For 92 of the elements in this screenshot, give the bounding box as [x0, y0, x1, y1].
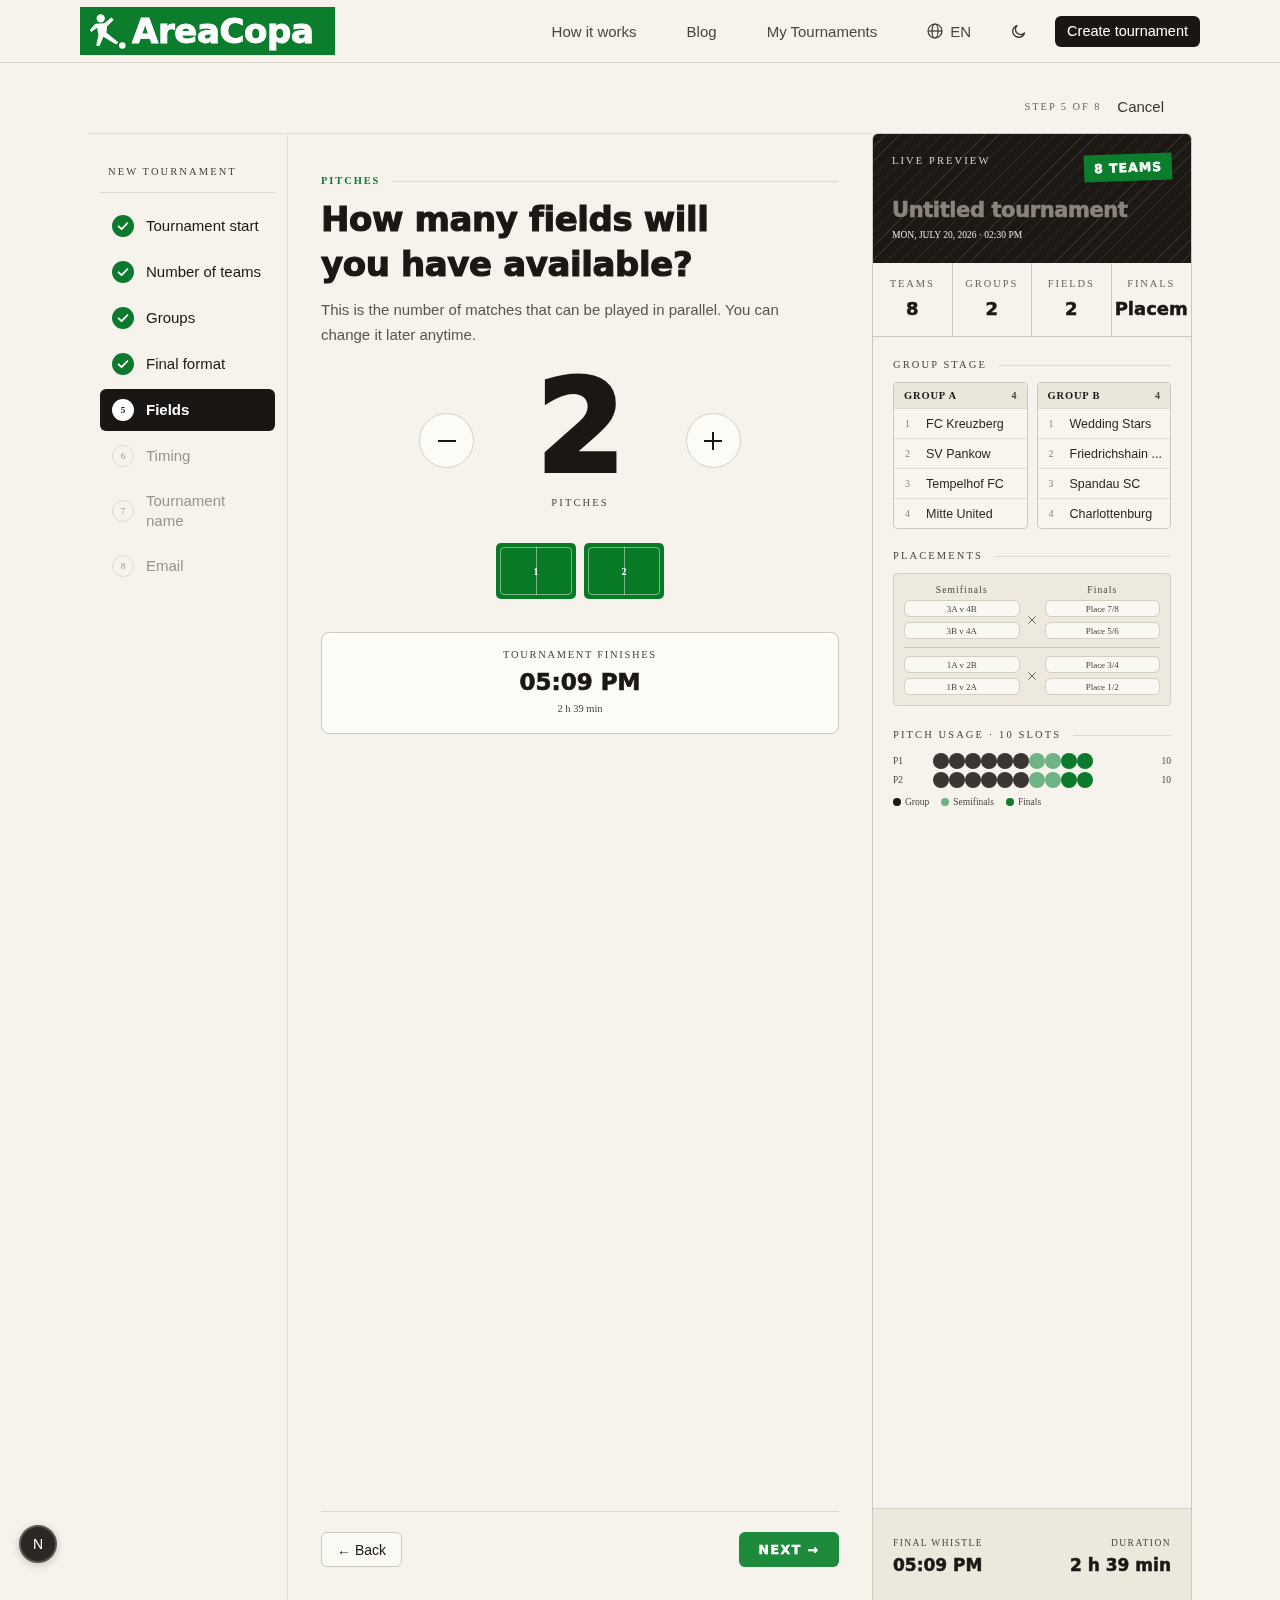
nav-link[interactable]: How it works [551, 22, 637, 40]
team-rank: 4 [1048, 508, 1055, 519]
team-name: Tempelhof FC [926, 476, 1004, 491]
team-rank: 3 [905, 478, 911, 489]
step-indicator: STEP 5 OF 8 [1024, 100, 1102, 112]
slot-count: 10 [1161, 774, 1171, 785]
team-name: FC Kreuzberg [926, 416, 1004, 431]
finish-label: TOURNAMENT FINISHES [502, 648, 658, 662]
team-name: Charlottenburg [1069, 506, 1153, 521]
preview-label: LIVE PREVIEW [892, 154, 991, 168]
globe-icon [927, 23, 944, 39]
final-whistle-time: 05:09 PM [893, 1554, 984, 1576]
final-whistle-label: FINAL WHISTLE [893, 1537, 984, 1549]
stat-value: 2 [1065, 298, 1078, 320]
footballer-icon [87, 13, 127, 49]
pitch-label: P2 [893, 774, 905, 785]
nav-link[interactable]: Blog [686, 22, 717, 40]
next-button[interactable]: NEXT → [739, 1532, 839, 1567]
stat-label: FIELDS [1047, 277, 1095, 291]
match-pill: 1A v 2B [904, 656, 1020, 673]
back-button[interactable]: ← Back [321, 1532, 402, 1567]
cross-icon [1028, 615, 1036, 624]
pitch-count-label: PITCHES [550, 496, 610, 510]
team-count-badge: 8 TEAMS [1083, 152, 1173, 183]
theme-toggle-button[interactable] [1011, 23, 1028, 39]
match-pill: 3A v 4B [904, 600, 1020, 617]
group-name: GROUP A [904, 390, 957, 401]
question-heading: How many fields will you have available? [321, 198, 710, 286]
team-name: Wedding Stars [1069, 416, 1152, 431]
group-team-count: 4 [1011, 390, 1017, 401]
group-team-count: 4 [1155, 390, 1160, 401]
team-rank: 4 [905, 508, 911, 519]
team-rank: 1 [905, 418, 911, 429]
step-number: 5 [112, 399, 134, 421]
stat-value: 2 [985, 298, 998, 320]
language-button[interactable]: EN [927, 22, 972, 40]
moon-icon [1011, 23, 1028, 39]
plus-icon [704, 431, 723, 450]
create-tournament-button[interactable]: Create tournament [1055, 15, 1200, 47]
group-name: GROUP B [1047, 390, 1101, 401]
step-item[interactable]: Final format [100, 343, 275, 385]
legend-label: Semifinals [953, 796, 994, 809]
pitch-tile: 1 [496, 543, 576, 599]
duration-label: DURATION [1111, 1537, 1171, 1549]
question-description: This is the number of matches that can be played in parallel. You can change it later anytime. [321, 300, 780, 345]
match-pill: 3B v 4A [904, 622, 1020, 639]
nav-link[interactable]: My Tournaments [766, 22, 878, 40]
cancel-link[interactable]: Cancel [1117, 97, 1164, 115]
stat-value: Placem [1114, 298, 1188, 320]
dev-tools-button[interactable]: N [19, 1525, 57, 1563]
team-rank: 2 [1048, 448, 1055, 459]
match-pill: Place 3/4 [1044, 656, 1160, 673]
pitch-count: 2 [536, 363, 624, 491]
pitch-tile: 2 [584, 543, 664, 599]
match-pill: Place 5/6 [1044, 622, 1160, 639]
column-heading: Finals [1086, 584, 1119, 596]
stat-label: GROUPS [965, 277, 1019, 291]
step-item[interactable]: Number of teams [100, 251, 275, 293]
match-pill: 1B v 2A [904, 678, 1020, 695]
finish-duration: 2 h 39 min [556, 702, 604, 716]
team-rank: 2 [905, 448, 911, 459]
team-name: SV Pankow [926, 446, 991, 461]
finish-time: 05:09 PM [518, 668, 642, 696]
duration-value: 2 h 39 min [1070, 1554, 1171, 1576]
section-title: PITCH USAGE · 10 SLOTS [893, 728, 1062, 742]
section-title: GROUP STAGE [893, 358, 987, 372]
stat-label: FINALS [1127, 277, 1176, 291]
minus-icon [437, 439, 456, 442]
pitch-label: P1 [893, 755, 905, 766]
stat-value: 8 [906, 298, 919, 320]
stat-label: TEAMS [889, 277, 935, 291]
match-pill: Place 1/2 [1044, 678, 1160, 695]
section-title: PLACEMENTS [893, 549, 983, 563]
step-item[interactable]: Groups [100, 297, 275, 339]
legend-label: Finals [1017, 796, 1042, 809]
team-name: Spandau SC [1069, 476, 1141, 491]
team-rank: 1 [1048, 418, 1055, 429]
cross-icon [1028, 671, 1036, 680]
section-label: PITCHES [321, 174, 381, 188]
tournament-date: MON, JULY 20, 2026 · 02:30 PM [892, 229, 1024, 242]
match-pill: Place 7/8 [1044, 600, 1160, 617]
slot-count: 10 [1161, 755, 1171, 766]
sidebar-title: NEW TOURNAMENT [107, 165, 238, 179]
team-name: Mitte United [926, 506, 993, 521]
logo-link[interactable]: AreaCopa [80, 7, 335, 55]
legend-label: Group [905, 796, 930, 809]
tournament-title: Untitled tournament [892, 197, 1129, 223]
team-rank: 3 [1048, 478, 1055, 489]
step-item[interactable]: Tournament start [100, 205, 275, 247]
step-item[interactable]: 5 Fields [100, 389, 275, 431]
column-heading: Semifinals [934, 584, 989, 596]
team-name: Friedrichshain ... [1069, 446, 1162, 461]
